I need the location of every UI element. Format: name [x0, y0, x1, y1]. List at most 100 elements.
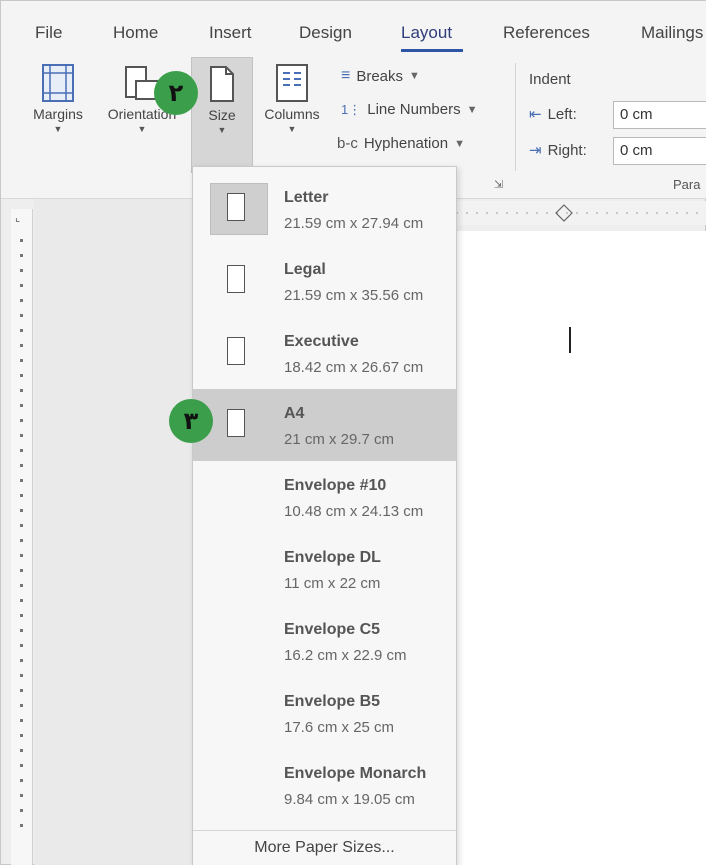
ruler-tick	[20, 659, 23, 662]
ruler-tick	[20, 419, 23, 422]
size-option-name: Executive	[284, 333, 359, 350]
tab-mailings[interactable]: Mailings	[641, 23, 703, 43]
ruler-tick	[20, 704, 23, 707]
hyphenation-label: Hyphenation	[363, 135, 449, 152]
tab-references[interactable]: References	[503, 23, 590, 43]
ruler-tick	[20, 344, 23, 347]
tab-home[interactable]: Home	[113, 23, 158, 43]
chevron-down-icon: ▼	[287, 124, 297, 134]
ruler-tick	[20, 359, 23, 362]
horizontal-ruler[interactable]	[456, 201, 706, 225]
ruler-tick	[20, 269, 23, 272]
size-option-envelope-c5[interactable]: Envelope C5 16.2 cm x 22.9 cm	[193, 605, 456, 677]
size-option-dims: 18.42 cm x 26.67 cm	[284, 359, 424, 376]
size-option-dims: 21.59 cm x 27.94 cm	[284, 215, 424, 232]
ruler-tick	[20, 809, 23, 812]
indent-right-label-row: ⇥ Right:	[529, 141, 587, 160]
paragraph-group-label: Para	[673, 177, 701, 192]
size-option-dims: 10.48 cm x 24.13 cm	[284, 503, 424, 520]
size-label: Size	[208, 107, 236, 123]
line-numbers-button[interactable]: 1⋮ Line Numbers ▼	[341, 101, 478, 118]
size-option-dims: 16.2 cm x 22.9 cm	[284, 647, 407, 664]
size-option-name: Envelope Monarch	[284, 765, 427, 782]
indent-left-icon: ⇤	[529, 106, 542, 123]
indent-right-label: Right:	[547, 141, 587, 159]
ruler-tick	[20, 464, 23, 467]
ruler-tick	[20, 239, 23, 242]
size-option-dims: 21.59 cm x 35.56 cm	[284, 287, 424, 304]
vertical-ruler[interactable]	[11, 209, 33, 865]
chevron-down-icon: ▼	[137, 124, 147, 134]
ruler-tick	[20, 524, 23, 527]
ribbon-tabs: File Home Insert Design Layout Reference…	[1, 1, 706, 57]
chevron-down-icon: ▼	[409, 70, 420, 82]
tab-selector-icon[interactable]: ⌞	[15, 211, 29, 225]
page-icon	[227, 193, 245, 221]
ruler-tick	[20, 584, 23, 587]
ruler-tick	[20, 494, 23, 497]
more-paper-sizes-button[interactable]: More Paper Sizes...	[193, 830, 456, 865]
chevron-down-icon: ▼	[53, 124, 63, 134]
size-option-name: A4	[284, 405, 305, 422]
ruler-tick	[20, 629, 23, 632]
size-option-name: Envelope C5	[284, 621, 381, 638]
document-page[interactable]	[456, 231, 706, 865]
size-option-executive[interactable]: Executive 18.42 cm x 26.67 cm	[193, 317, 456, 389]
indent-left-label: Left:	[547, 105, 577, 123]
ruler-tick	[20, 449, 23, 452]
ruler-tick	[20, 614, 23, 617]
chevron-down-icon: ▼	[466, 103, 478, 116]
chevron-down-icon: ▼	[454, 137, 465, 150]
hyphenation-button[interactable]: b‐c Hyphenation ▼	[337, 135, 465, 152]
size-option-name: Envelope #10	[284, 477, 387, 494]
size-option-dims: 11 cm x 22 cm	[284, 575, 381, 592]
ruler-tick	[20, 314, 23, 317]
size-option-a4[interactable]: A4 21 cm x 29.7 cm	[193, 389, 456, 461]
ruler-tick	[20, 734, 23, 737]
page-setup-launcher-icon[interactable]: ⇲	[494, 178, 503, 191]
tab-layout[interactable]: Layout	[401, 23, 452, 43]
ruler-tick	[20, 794, 23, 797]
ruler-tick	[20, 434, 23, 437]
text-cursor	[569, 327, 571, 353]
size-option-dims: 21 cm x 29.7 cm	[284, 431, 395, 448]
size-icon	[210, 66, 234, 102]
size-option-envelope-dl[interactable]: Envelope DL 11 cm x 22 cm	[193, 533, 456, 605]
ruler-tick	[20, 284, 23, 287]
margins-icon	[42, 64, 74, 102]
columns-button[interactable]: Columns ▼	[255, 63, 329, 134]
margins-label: Margins	[33, 106, 83, 122]
columns-label: Columns	[264, 106, 320, 122]
breaks-button[interactable]: ≡ Breaks ▼	[341, 67, 420, 85]
breaks-label: Breaks	[356, 67, 404, 85]
size-option-envelope-b5[interactable]: Envelope B5 17.6 cm x 25 cm	[193, 677, 456, 749]
tab-design[interactable]: Design	[299, 23, 352, 43]
group-separator	[515, 63, 516, 171]
breaks-icon: ≡	[341, 67, 351, 84]
ruler-tick	[20, 824, 23, 827]
indent-left-field[interactable]: 0 cm	[613, 101, 706, 129]
tab-file[interactable]: File	[35, 23, 62, 43]
size-option-name: Legal	[284, 261, 326, 278]
chevron-down-icon: ▼	[217, 125, 227, 135]
size-option-dims: 17.6 cm x 25 cm	[284, 719, 395, 736]
size-option-letter[interactable]: Letter 21.59 cm x 27.94 cm	[193, 173, 456, 245]
size-option-name: Envelope DL	[284, 549, 381, 566]
size-option-legal[interactable]: Legal 21.59 cm x 35.56 cm	[193, 245, 456, 317]
ruler-tick	[20, 299, 23, 302]
ruler-tick	[20, 554, 23, 557]
size-option-envelope-monarch[interactable]: Envelope Monarch 9.84 cm x 19.05 cm	[193, 749, 456, 821]
size-button[interactable]: Size ▼	[191, 57, 253, 173]
ruler-tick	[20, 374, 23, 377]
size-option-name: Letter	[284, 189, 329, 206]
paper-size-menu: Letter 21.59 cm x 27.94 cm Legal 21.59 c…	[192, 166, 457, 865]
margins-button[interactable]: Margins ▼	[23, 63, 93, 134]
ruler-ticks	[456, 204, 706, 222]
step-badge-a4: ۳	[169, 399, 213, 443]
size-option-envelope-10[interactable]: Envelope #10 10.48 cm x 24.13 cm	[193, 461, 456, 533]
indent-right-field[interactable]: 0 cm	[613, 137, 706, 165]
tab-insert[interactable]: Insert	[209, 23, 252, 43]
ruler-tick	[20, 389, 23, 392]
ruler-tick	[20, 719, 23, 722]
ruler-tick	[20, 674, 23, 677]
